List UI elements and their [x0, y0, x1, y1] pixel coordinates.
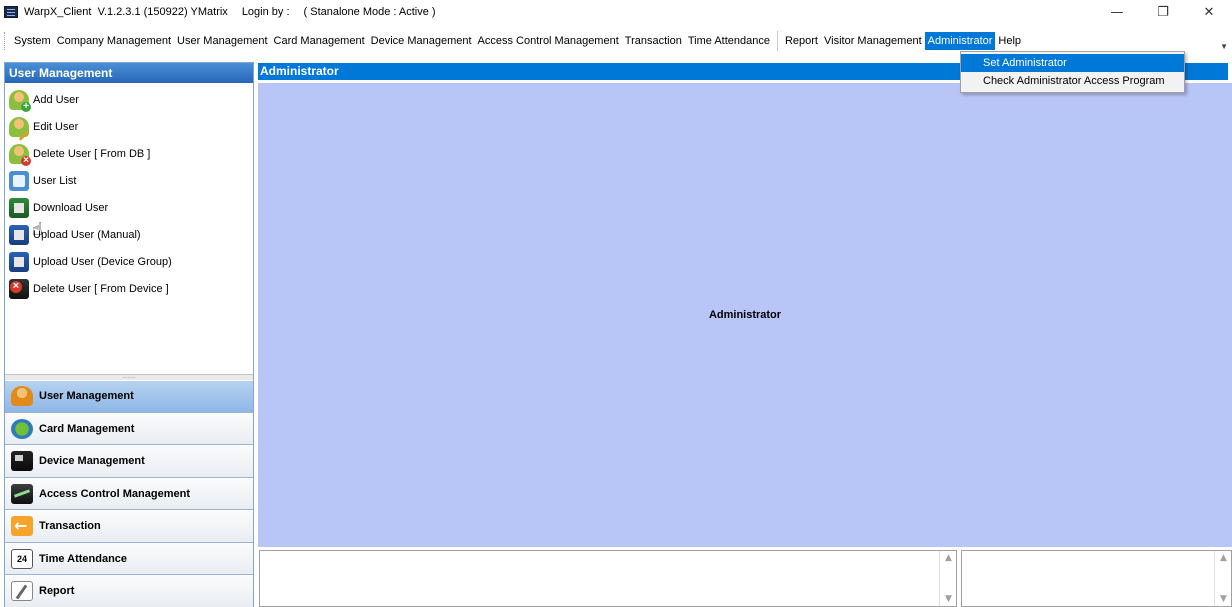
- nav-card-management-label: Card Management: [39, 422, 135, 435]
- nav-transaction[interactable]: Transaction: [5, 510, 253, 543]
- upload-user-group-item[interactable]: Upload User (Device Group): [5, 248, 253, 275]
- calendar-icon: 24: [11, 548, 33, 569]
- window-controls: — ❐ ✕: [1094, 0, 1232, 24]
- scroll-up-icon[interactable]: ▲: [1215, 553, 1232, 565]
- menu-grip: [4, 32, 7, 50]
- edit-user-item[interactable]: Edit User: [5, 113, 253, 140]
- mode-status: ( Stanalone Mode : Active ): [303, 6, 436, 18]
- upload-user-group-label: Upload User (Device Group): [33, 255, 172, 268]
- add-user-item[interactable]: Add User: [5, 86, 253, 113]
- menu-bar: System Company Management User Managemen…: [0, 30, 1232, 52]
- scroll-down-icon[interactable]: ▼: [1215, 594, 1232, 606]
- nav-user-management[interactable]: User Management: [5, 380, 253, 413]
- status-scrollbar[interactable]: ▲ ▼: [1214, 551, 1231, 606]
- app-title: WarpX_Client V.1.2.3.1 (150922) YMatrix: [24, 6, 228, 18]
- menu-separator: [776, 31, 778, 51]
- left-panel: User Management Add User Edit User Delet…: [4, 62, 254, 607]
- delete-user-device-item[interactable]: Delete User [ From Device ]: [5, 275, 253, 302]
- users-icon: [11, 386, 33, 407]
- menu-visitor-management[interactable]: Visitor Management: [821, 32, 925, 50]
- close-button[interactable]: ✕: [1186, 0, 1232, 24]
- upload-user-manual-label: Upload User (Manual): [33, 228, 141, 241]
- delete-user-icon: [9, 143, 31, 166]
- menu-administrator[interactable]: Administrator: [924, 32, 996, 50]
- main-center-label: Administrator: [708, 309, 782, 321]
- nav-report-label: Report: [39, 585, 75, 598]
- app-icon: [4, 6, 18, 18]
- menu-time-attendance[interactable]: Time Attendance: [685, 32, 773, 50]
- download-user-label: Download User: [33, 201, 109, 214]
- login-label: Login by :: [241, 6, 290, 18]
- nav-transaction-label: Transaction: [39, 520, 101, 533]
- edit-user-icon: [9, 116, 29, 137]
- edit-user-label: Edit User: [33, 120, 79, 133]
- menu-card-management[interactable]: Card Management: [271, 32, 368, 50]
- report-icon: [11, 581, 33, 602]
- add-user-label: Add User: [33, 93, 79, 106]
- menu-device-management[interactable]: Device Management: [368, 32, 475, 50]
- add-user-icon: [9, 89, 31, 112]
- card-icon: [11, 418, 33, 439]
- title-bar: WarpX_Client V.1.2.3.1 (150922) YMatrix …: [0, 0, 1232, 24]
- user-list-label: User List: [33, 174, 77, 187]
- nav-time-attendance[interactable]: 24 Time Attendance: [5, 542, 253, 575]
- download-user-icon: [9, 197, 29, 218]
- nav-access-control-label: Access Control Management: [39, 487, 190, 500]
- administrator-dropdown: Set Administrator Check Administrator Ac…: [960, 51, 1185, 93]
- nav-device-management-label: Device Management: [39, 455, 145, 468]
- delete-user-device-label: Delete User [ From Device ]: [33, 282, 169, 295]
- menu-help[interactable]: Help: [995, 32, 1024, 50]
- bottom-status-panel[interactable]: ▲ ▼: [961, 550, 1232, 607]
- upload-user-icon: [9, 224, 29, 245]
- menu-system[interactable]: System: [11, 32, 54, 50]
- scroll-up-icon[interactable]: ▲: [940, 553, 957, 565]
- menu-company-management[interactable]: Company Management: [54, 32, 174, 50]
- nav-time-attendance-label: Time Attendance: [39, 552, 128, 565]
- menu-user-management[interactable]: User Management: [174, 32, 271, 50]
- restore-button[interactable]: ❐: [1140, 0, 1186, 24]
- upload-user-group-icon: [9, 251, 29, 272]
- nav-access-control-management[interactable]: Access Control Management: [5, 477, 253, 510]
- user-list-item[interactable]: User List: [5, 167, 253, 194]
- user-list-icon: [9, 170, 29, 191]
- download-user-item[interactable]: Download User: [5, 194, 253, 221]
- nav-device-management[interactable]: Device Management: [5, 445, 253, 478]
- main-content: Administrator: [258, 83, 1232, 547]
- scroll-down-icon[interactable]: ▼: [940, 594, 957, 606]
- transaction-icon: [11, 516, 33, 537]
- menu-check-administrator-access[interactable]: Check Administrator Access Program: [961, 72, 1184, 90]
- left-panel-title: User Management: [5, 63, 253, 83]
- menu-report[interactable]: Report: [782, 32, 821, 50]
- menu-overflow-icon[interactable]: ▼: [1220, 42, 1228, 51]
- hand-cursor-icon: ☝: [32, 219, 43, 240]
- nav-report[interactable]: Report: [5, 575, 253, 607]
- delete-user-db-item[interactable]: Delete User [ From DB ]: [5, 140, 253, 167]
- delete-user-db-label: Delete User [ From DB ]: [33, 147, 151, 160]
- access-control-icon: [11, 483, 33, 504]
- nav-user-management-label: User Management: [39, 390, 134, 403]
- menu-access-control-management[interactable]: Access Control Management: [475, 32, 622, 50]
- device-icon: [11, 451, 33, 472]
- delete-device-user-icon: [9, 278, 29, 299]
- bottom-log-panel[interactable]: ▲ ▼: [259, 550, 957, 607]
- nav-card-management[interactable]: Card Management: [5, 412, 253, 445]
- menu-set-administrator[interactable]: Set Administrator: [961, 54, 1184, 72]
- minimize-button[interactable]: —: [1094, 0, 1140, 24]
- menu-transaction[interactable]: Transaction: [622, 32, 685, 50]
- log-scrollbar[interactable]: ▲ ▼: [939, 551, 956, 606]
